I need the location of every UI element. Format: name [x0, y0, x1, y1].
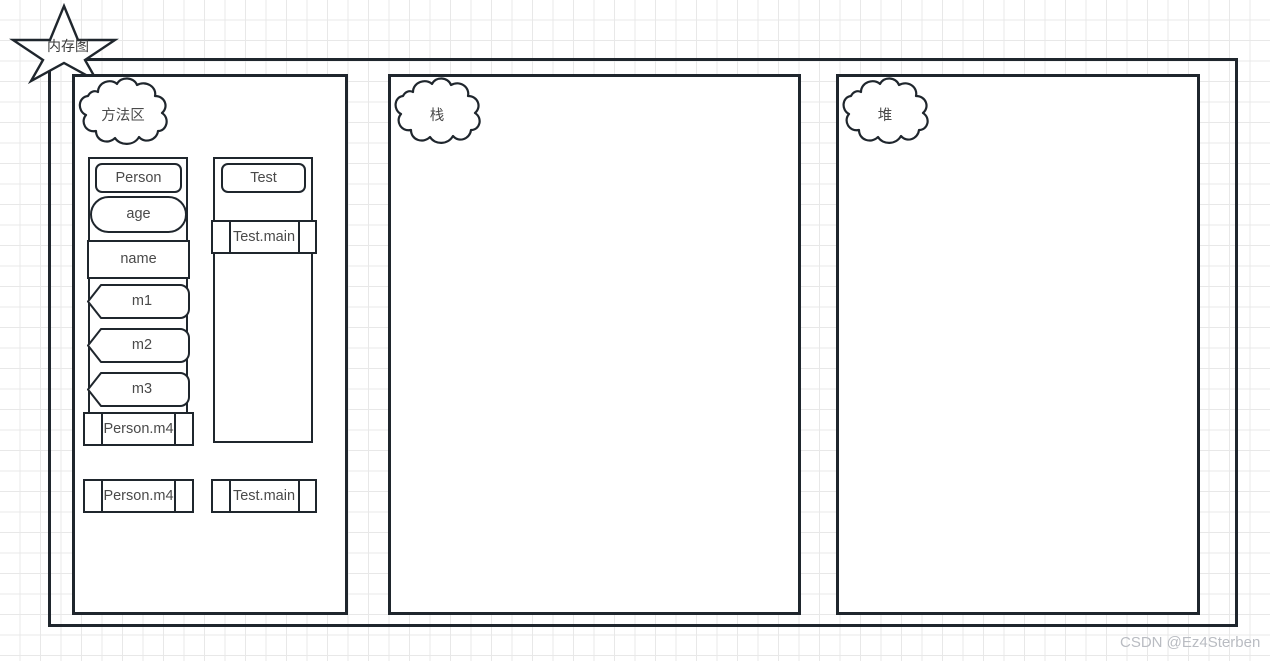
person-field-name[interactable]: name [87, 240, 190, 279]
method-area-cloud-label: 方法区 [101, 108, 145, 124]
person-method-m3-label: m3 [131, 381, 153, 398]
person-method-m2-label: m2 [131, 337, 153, 354]
person-method-m4-label: Person.m4 [103, 420, 174, 437]
stack-region [388, 74, 801, 615]
title-star-label: 内存图 [47, 38, 89, 54]
person-method-m1-label: m1 [131, 293, 153, 310]
person-class-header[interactable]: Person [95, 163, 182, 193]
stack-cloud-label: 栈 [429, 108, 445, 124]
memory-diagram-canvas: 内存图 方法区 Person age name m1 m2 m3 Person.… [0, 0, 1270, 661]
bottom-test-main-label: Test.main [232, 487, 296, 504]
test-main-label-method-area: Test.main [232, 228, 296, 245]
heap-cloud-label: 堆 [877, 108, 893, 124]
heap-region [836, 74, 1200, 615]
person-field-age[interactable]: age [90, 196, 187, 233]
bottom-person-m4-label: Person.m4 [103, 487, 174, 504]
csdn-watermark: CSDN @Ez4Sterben [1120, 634, 1261, 651]
test-class-header[interactable]: Test [221, 163, 306, 193]
test-class-container [213, 157, 313, 443]
